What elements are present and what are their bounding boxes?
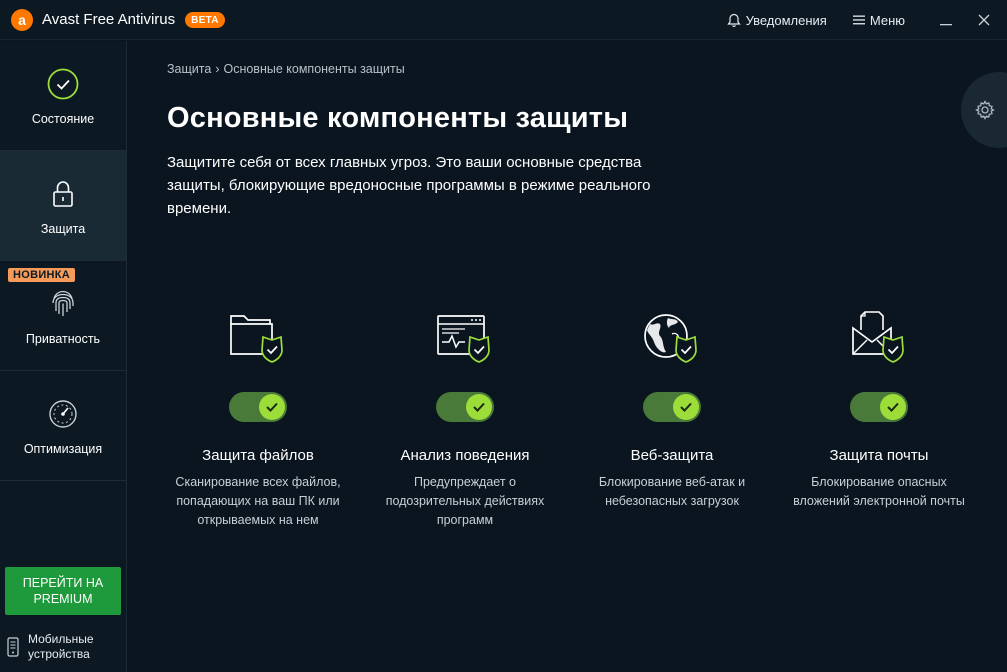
breadcrumb: Защита › Основные компоненты защиты: [167, 62, 405, 76]
sidebar-item-label: Защита: [40, 222, 86, 236]
page-description-line: Защитите себя от всех главных угроз. Это…: [167, 154, 642, 171]
menu-button[interactable]: Меню: [852, 12, 905, 28]
mobile-label-line2: устройства: [28, 647, 90, 661]
sidebar-item-status[interactable]: Состояние: [0, 41, 126, 151]
shield-card-web: Веб-защита Блокирование веб-атак и небез…: [572, 310, 772, 511]
check-icon: [887, 402, 899, 412]
sidebar-item-label: Оптимизация: [23, 442, 103, 456]
minimize-icon: [940, 24, 952, 26]
mail-shield-toggle[interactable]: [850, 392, 908, 422]
mobile-devices-link[interactable]: Мобильные устройства: [7, 632, 94, 662]
phone-icon: [7, 637, 19, 657]
hamburger-icon: [852, 15, 865, 25]
sidebar-item-protection[interactable]: Защита: [0, 151, 126, 261]
shield-description: Предупреждает о подозрительных действиях…: [385, 475, 545, 527]
new-badge: НОВИНКА: [8, 268, 76, 282]
sidebar: Состояние Защита НОВИНКА Приватность Опт…: [0, 41, 127, 672]
shield-description: Сканирование всех файлов, попадающих на …: [175, 475, 341, 527]
check-circle-icon: [47, 68, 79, 100]
breadcrumb-current: Основные компоненты защиты: [223, 62, 405, 76]
toggle-knob: [673, 394, 699, 420]
shield-card-behavior: Анализ поведения Предупреждает о подозри…: [365, 310, 565, 530]
page-description: Защитите себя от всех главных угроз. Это…: [167, 151, 727, 220]
shield-description: Блокирование веб-атак и небезопасных заг…: [598, 475, 746, 508]
toggle-knob: [466, 394, 492, 420]
go-premium-button[interactable]: ПЕРЕЙТИ НА PREMIUM: [5, 567, 121, 615]
shield-description: Блокирование опасных вложений электронно…: [793, 475, 965, 508]
behavior-shield-toggle[interactable]: [436, 392, 494, 422]
toggle-knob: [880, 394, 906, 420]
file-shield-toggle[interactable]: [229, 392, 287, 422]
sidebar-item-privacy[interactable]: НОВИНКА Приватность: [0, 261, 126, 371]
page-description-line: времени.: [167, 200, 232, 217]
close-icon: [978, 14, 990, 26]
settings-button[interactable]: [961, 72, 1007, 148]
shield-title: Веб-защита: [630, 447, 714, 464]
shield-title: Защита файлов: [202, 447, 314, 464]
beta-badge: BETA: [185, 11, 225, 28]
toggle-knob: [259, 394, 285, 420]
fingerprint-icon: [52, 290, 74, 316]
behavior-monitor-shield-icon: [437, 315, 490, 363]
gear-icon: [975, 100, 995, 120]
web-shield-toggle[interactable]: [643, 392, 701, 422]
breadcrumb-separator: ›: [215, 62, 220, 76]
page-title: Основные компоненты защиты: [167, 102, 629, 134]
minimize-button[interactable]: [931, 0, 961, 40]
close-button[interactable]: [969, 0, 999, 40]
notifications-label: Уведомления: [745, 12, 827, 28]
mobile-label-line1: Мобильные: [28, 632, 94, 646]
sidebar-item-optimization[interactable]: Оптимизация: [0, 371, 126, 481]
folder-shield-icon: [230, 315, 283, 363]
sidebar-item-label: Приватность: [25, 332, 101, 346]
check-icon: [473, 402, 485, 412]
check-icon: [680, 402, 692, 412]
shield-title: Анализ поведения: [400, 447, 530, 464]
speedometer-icon: [49, 400, 77, 428]
check-icon: [266, 402, 278, 412]
shield-card-mail: Защита почты Блокирование опасных вложен…: [779, 310, 979, 511]
shield-title: Защита почты: [829, 447, 929, 464]
lock-icon: [53, 181, 73, 207]
page-description-line: защиты, блокирующие вредоносные программ…: [167, 177, 651, 194]
bell-icon: [726, 13, 741, 27]
avast-logo: a: [11, 8, 33, 31]
shield-card-file: Защита файлов Сканирование всех файлов, …: [158, 310, 358, 530]
mail-shield-icon: [852, 311, 904, 363]
premium-label-line2: PREMIUM: [33, 592, 93, 606]
globe-shield-icon: [644, 314, 697, 363]
sidebar-item-label: Состояние: [31, 112, 95, 126]
app-title: Avast Free Antivirus: [42, 11, 176, 28]
title-bar: a Avast Free Antivirus BETA Уведомления …: [0, 0, 1007, 40]
breadcrumb-root-link[interactable]: Защита: [167, 62, 211, 76]
menu-label: Меню: [869, 12, 905, 28]
premium-label-line1: ПЕРЕЙТИ НА: [22, 576, 104, 590]
notifications-button[interactable]: Уведомления: [726, 12, 827, 28]
